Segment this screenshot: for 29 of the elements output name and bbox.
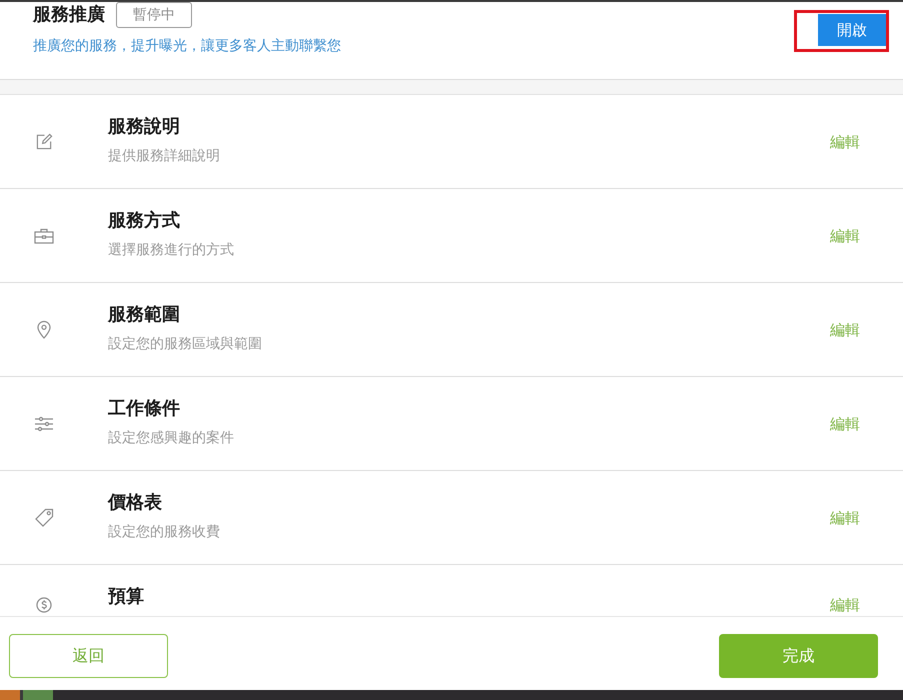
row-title: 預算 xyxy=(108,585,144,609)
edit-link[interactable]: 編輯 xyxy=(830,414,860,434)
edit-link[interactable]: 編輯 xyxy=(830,595,860,615)
row-subtitle: 設定您的服務區域與範圍 xyxy=(108,335,262,354)
edit-link[interactable]: 編輯 xyxy=(830,132,860,152)
enable-button[interactable]: 開啟 xyxy=(818,14,886,46)
back-button[interactable]: 返回 xyxy=(9,634,168,678)
row-subtitle: 選擇服務進行的方式 xyxy=(108,241,234,260)
tag-icon xyxy=(34,508,54,527)
section-subtitle: 推廣您的服務，提升曝光，讓更多客人主動聯繫您 xyxy=(33,37,341,56)
row-title: 工作條件 xyxy=(108,397,180,421)
row-title: 服務說明 xyxy=(108,115,180,139)
edit-link[interactable]: 編輯 xyxy=(830,226,860,246)
status-badge: 暫停中 xyxy=(116,2,192,28)
dollar-circle-icon xyxy=(36,597,52,613)
pencil-square-icon xyxy=(36,133,52,150)
location-pin-icon xyxy=(37,320,51,339)
row-title: 價格表 xyxy=(108,491,162,515)
edit-link[interactable]: 編輯 xyxy=(830,320,860,340)
sliders-icon xyxy=(34,416,54,432)
row-subtitle: 設定您的服務收費 xyxy=(108,523,220,542)
row-title: 服務方式 xyxy=(108,209,180,233)
edit-link[interactable]: 編輯 xyxy=(830,508,860,528)
done-button[interactable]: 完成 xyxy=(719,634,878,678)
section-title: 服務推廣 xyxy=(33,3,105,27)
row-title: 服務範圍 xyxy=(108,303,180,327)
row-subtitle: 設定您感興趣的案件 xyxy=(108,429,234,448)
briefcase-icon xyxy=(34,228,54,244)
row-subtitle: 提供服務詳細說明 xyxy=(108,147,220,166)
